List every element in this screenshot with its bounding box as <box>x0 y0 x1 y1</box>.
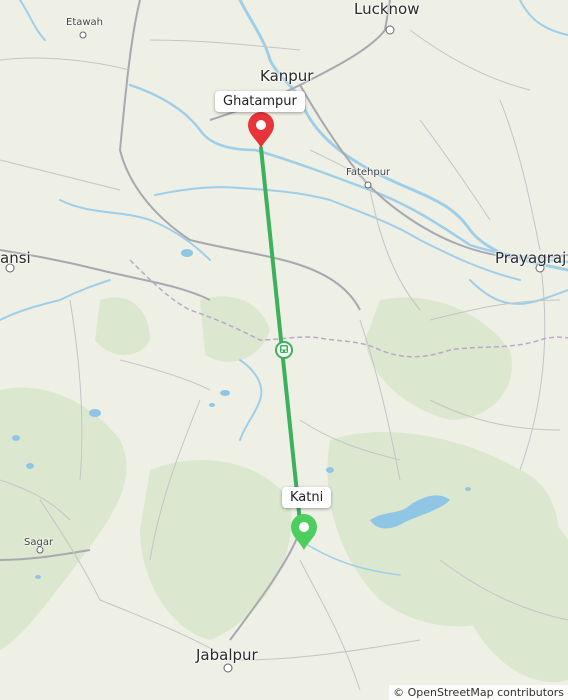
start-marker-pin[interactable] <box>248 112 274 148</box>
city-label-jhansi: ansi <box>0 249 31 267</box>
end-callout[interactable]: Katni <box>282 487 332 508</box>
start-callout[interactable]: Ghatampur <box>215 91 305 112</box>
city-label-sagar: Sagar <box>24 537 54 548</box>
city-label-etawah: Etawah <box>66 17 104 28</box>
city-label-fatehpur: Fatehpur <box>346 167 391 178</box>
city-label-prayagraj: Prayagraj <box>495 249 567 267</box>
map-attribution[interactable]: © OpenStreetMap contributors <box>389 685 568 700</box>
city-label-jabalpur: Jabalpur <box>196 646 258 664</box>
map-view[interactable]: Lucknow Etawah Kanpur Fatehpur Prayagraj… <box>0 0 568 700</box>
city-label-kanpur: Kanpur <box>260 67 314 85</box>
city-label-lucknow: Lucknow <box>354 0 420 18</box>
train-icon <box>275 341 293 359</box>
